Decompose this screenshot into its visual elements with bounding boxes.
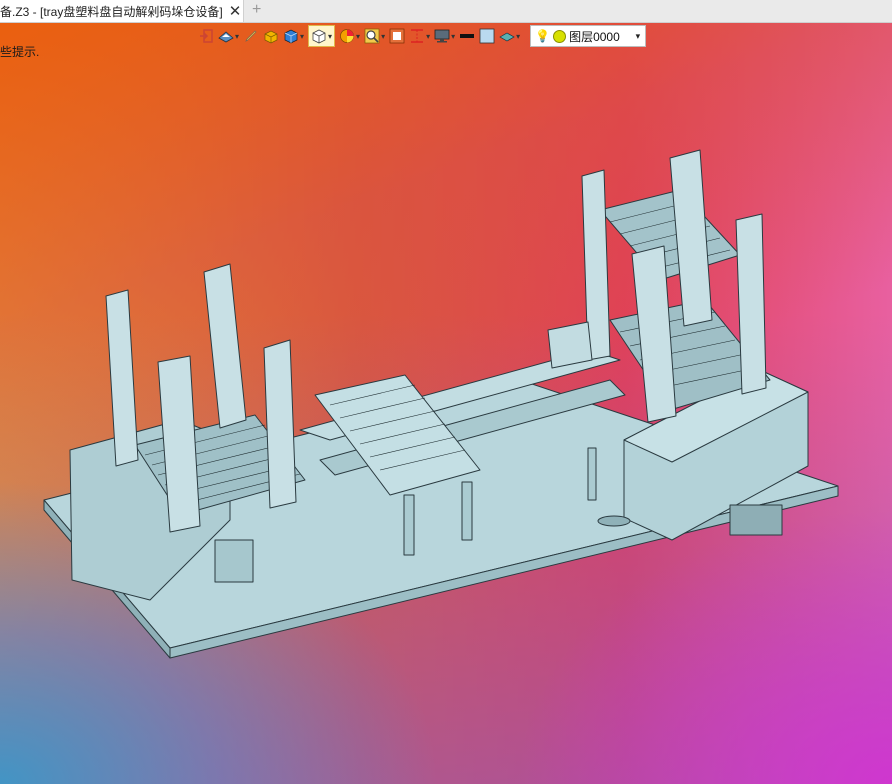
tab-bar: 备.Z3 - [tray盘塑料盘自动解剁码垛仓设备] ✕ + — [0, 0, 892, 23]
layer-name: 图层0000 — [569, 29, 620, 44]
fill-color-icon — [479, 28, 495, 44]
layer-select[interactable]: 💡 图层0000 ▾ — [530, 25, 647, 47]
line-color-button[interactable] — [459, 26, 475, 46]
cylinder-1 — [403, 494, 415, 556]
status-hint: 些提示. — [0, 45, 40, 59]
chevron-down-icon[interactable]: ▾ — [300, 32, 304, 41]
section-button[interactable]: ▾ — [409, 26, 430, 46]
pie-color-icon — [340, 29, 354, 43]
layer-color-icon — [553, 29, 567, 43]
material-icon — [499, 32, 515, 42]
exit-icon — [200, 29, 213, 43]
fit-icon — [389, 28, 405, 44]
right-top-block — [547, 321, 593, 369]
bottom-motor — [729, 504, 783, 536]
right-upper-tray — [599, 189, 741, 281]
view-toolbar: ▾ ▾ ▾ ▾ ▾ ▾ ▾ ▾ 💡 图层0000 ▾ — [198, 25, 760, 47]
chevron-down-icon[interactable]: ▾ — [356, 32, 360, 41]
chevron-down-icon[interactable]: ▾ — [516, 32, 520, 41]
pen-icon — [245, 30, 257, 42]
left-post-4 — [263, 339, 297, 509]
view-icon — [218, 31, 234, 43]
left-post-2 — [203, 263, 247, 429]
chevron-down-icon[interactable]: ▾ — [451, 32, 455, 41]
pie-color-button[interactable]: ▾ — [339, 26, 360, 46]
cylinder-2 — [461, 481, 473, 541]
document-tab[interactable]: 备.Z3 - [tray盘塑料盘自动解剁码垛仓设备] ✕ — [0, 0, 244, 22]
slot-hole — [597, 515, 631, 527]
material-button[interactable]: ▾ — [499, 26, 520, 46]
cad-model[interactable] — [0, 0, 892, 784]
chevron-down-icon[interactable]: ▾ — [235, 32, 239, 41]
cube-blue-icon — [284, 29, 298, 44]
fit-button[interactable] — [389, 26, 405, 46]
exit-button[interactable] — [198, 26, 214, 46]
solid-yellow-button[interactable] — [263, 26, 279, 46]
chevron-down-icon[interactable]: ▾ — [328, 32, 332, 41]
chevron-down-icon[interactable]: ▾ — [426, 32, 430, 41]
cube-blue-button[interactable]: ▾ — [283, 26, 304, 46]
wireframe-cube-button[interactable]: ▾ — [308, 25, 336, 47]
zoom-icon — [364, 28, 380, 44]
pen-button[interactable] — [243, 26, 259, 46]
line-color-icon — [460, 34, 475, 38]
fill-color-button[interactable] — [479, 26, 495, 46]
monitor-button[interactable]: ▾ — [434, 26, 455, 46]
tab-title: 备.Z3 - [tray盘塑料盘自动解剁码垛仓设备] — [0, 4, 223, 19]
section-icon — [411, 29, 424, 43]
chevron-down-icon[interactable]: ▾ — [636, 31, 641, 42]
monitor-icon — [434, 29, 450, 43]
wireframe-cube-icon — [312, 29, 326, 44]
zoom-button[interactable]: ▾ — [364, 26, 385, 46]
chevron-down-icon[interactable]: ▾ — [381, 32, 385, 41]
motor-block — [214, 539, 254, 583]
new-tab-icon[interactable]: + — [252, 1, 261, 19]
solid-yellow-icon — [264, 30, 278, 44]
view-button[interactable]: ▾ — [218, 26, 239, 46]
lightbulb-icon[interactable]: 💡 — [535, 29, 550, 43]
right-post-2 — [669, 149, 713, 327]
cylinder-3 — [587, 447, 597, 501]
close-icon[interactable]: ✕ — [229, 2, 242, 20]
